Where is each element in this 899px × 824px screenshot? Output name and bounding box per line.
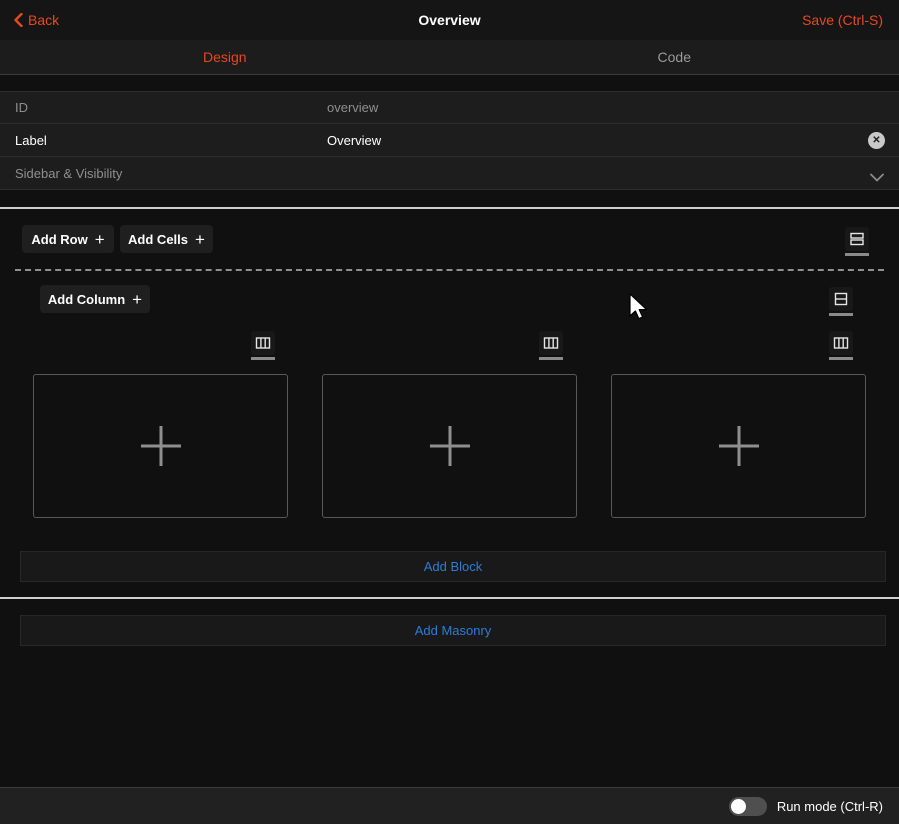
add-row-label: Add Row: [31, 232, 87, 247]
add-masonry-button[interactable]: Add Masonry: [20, 615, 886, 646]
chevron-down-icon[interactable]: [870, 169, 884, 187]
row-layout-underline: [845, 253, 869, 256]
column-placeholder-1[interactable]: [33, 374, 288, 518]
properties-form: ID overview Label Overview ✕ Sidebar & V…: [0, 91, 899, 190]
row-split-button[interactable]: [828, 287, 854, 316]
sidebar-visibility-label: Sidebar & Visibility: [15, 157, 122, 189]
plus-icon: +: [195, 231, 205, 248]
id-label: ID: [15, 92, 28, 123]
tab-code[interactable]: Code: [450, 40, 899, 74]
add-row-button[interactable]: Add Row +: [22, 225, 114, 253]
form-row-label: Label Overview ✕: [0, 124, 899, 157]
top-bar: Overview Back Save (Ctrl-S): [0, 0, 899, 40]
add-cells-button[interactable]: Add Cells +: [120, 225, 213, 253]
tab-bar: Design Code: [0, 40, 899, 75]
bottom-bar: Run mode (Ctrl-R): [0, 787, 899, 824]
chevron-left-icon: [13, 13, 23, 27]
app-root: Overview Back Save (Ctrl-S) Design Code …: [0, 0, 899, 824]
designer-top-separator: [0, 207, 899, 209]
label-value[interactable]: Overview: [327, 124, 381, 156]
save-button[interactable]: Save (Ctrl-S): [802, 0, 883, 40]
columns-layout-icon: [251, 331, 275, 355]
plus-icon: +: [95, 231, 105, 248]
run-mode-control: Run mode (Ctrl-R): [729, 788, 883, 824]
column-underline: [251, 357, 275, 360]
mouse-cursor-icon: [628, 293, 650, 323]
columns-layout-icon: [539, 331, 563, 355]
plus-icon: +: [132, 291, 142, 308]
form-row-id: ID overview: [0, 91, 899, 124]
column-settings-button-2[interactable]: [538, 331, 564, 360]
rows-layout-icon: [845, 227, 869, 251]
column-underline: [539, 357, 563, 360]
run-mode-label: Run mode (Ctrl-R): [777, 799, 883, 814]
column-placeholder-2[interactable]: [322, 374, 577, 518]
plus-icon: [717, 424, 761, 468]
columns-layout-icon: [829, 331, 853, 355]
clear-label-button[interactable]: ✕: [868, 132, 885, 149]
add-cells-label: Add Cells: [128, 232, 188, 247]
id-value[interactable]: overview: [327, 92, 378, 123]
label-label: Label: [15, 124, 47, 156]
form-row-sidebar-visibility[interactable]: Sidebar & Visibility: [0, 157, 899, 190]
column-settings-button-1[interactable]: [250, 331, 276, 360]
masonry-section-separator: [0, 597, 899, 599]
add-block-button[interactable]: Add Block: [20, 551, 886, 582]
plus-icon: [139, 424, 183, 468]
plus-icon: [428, 424, 472, 468]
row-layout-button[interactable]: [844, 227, 870, 256]
row-split-underline: [829, 313, 853, 316]
tab-design[interactable]: Design: [0, 40, 450, 74]
add-column-button[interactable]: Add Column +: [40, 285, 150, 313]
column-placeholder-3[interactable]: [611, 374, 866, 518]
page-title: Overview: [0, 0, 899, 40]
back-label: Back: [28, 12, 59, 28]
run-mode-toggle[interactable]: [729, 797, 767, 816]
toggle-knob: [731, 799, 746, 814]
column-underline: [829, 357, 853, 360]
row-section-dashed-separator: [15, 269, 884, 271]
add-column-label: Add Column: [48, 292, 125, 307]
row-split-icon: [829, 287, 853, 311]
column-settings-button-3[interactable]: [828, 331, 854, 360]
back-button[interactable]: Back: [13, 0, 59, 40]
